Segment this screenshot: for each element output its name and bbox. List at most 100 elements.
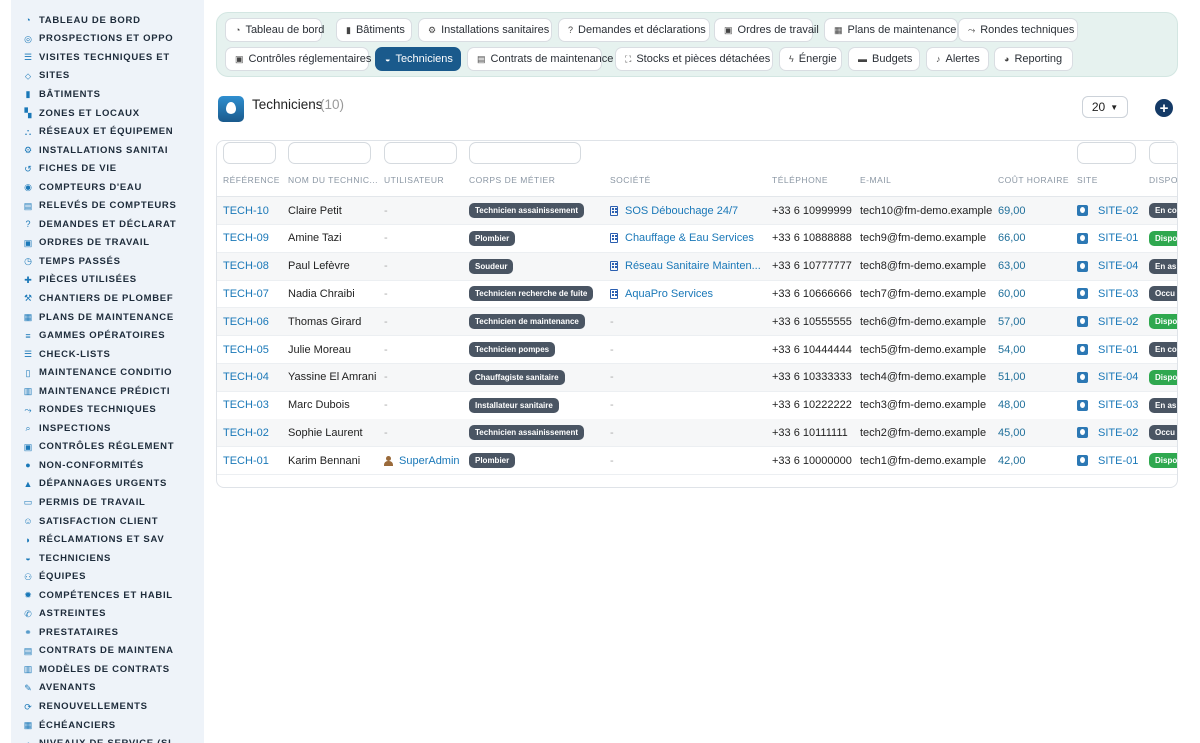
- sidebar-item-demandes-et-declarat[interactable]: ? DEMANDES ET DÉCLARAT: [11, 215, 204, 234]
- column-header[interactable]: NOM DU TECHNIC...: [288, 175, 378, 185]
- sidebar-item-maintenance-predicti[interactable]: ▥ MAINTENANCE PRÉDICTI: [11, 382, 204, 401]
- site-link[interactable]: SITE-01: [1077, 336, 1147, 363]
- tab-techniciens[interactable]: ◒ Techniciens: [375, 47, 461, 71]
- company-link[interactable]: Chauffage & Eau Services: [610, 225, 765, 252]
- sidebar-item-non-conformites[interactable]: ● NON-CONFORMITÉS: [11, 456, 204, 475]
- sidebar-item-avenants[interactable]: ✎ AVENANTS: [11, 679, 204, 698]
- tab-energie[interactable]: ϟ Énergie: [779, 47, 842, 71]
- sidebar-item-releves-de-compteurs[interactable]: ▤ RELEVÉS DE COMPTEURS: [11, 196, 204, 215]
- page-size-select[interactable]: 20 ▼: [1082, 96, 1128, 118]
- sidebar-item-techniciens[interactable]: ◒ TECHNICIENS: [11, 549, 204, 568]
- sidebar-item-zones-et-locaux[interactable]: ▚ ZONES ET LOCAUX: [11, 104, 204, 123]
- site-link[interactable]: SITE-02: [1077, 197, 1147, 224]
- sidebar-item-tableau-de-bord[interactable]: ◔ TABLEAU DE BORD: [11, 11, 204, 30]
- column-header[interactable]: E-MAIL: [860, 175, 995, 185]
- technician-reference-link[interactable]: TECH-07: [223, 280, 283, 307]
- tab-contrats-de-maintenance[interactable]: ▤ Contrats de maintenance: [467, 47, 613, 71]
- technician-reference-link[interactable]: TECH-06: [223, 308, 283, 335]
- column-header[interactable]: SITE: [1077, 175, 1147, 185]
- sidebar-item-plans-de-maintenance[interactable]: ▦ PLANS DE MAINTENANCE: [11, 308, 204, 327]
- tab-controles-reglementaires[interactable]: ▣ Contrôles réglementaires: [225, 47, 371, 71]
- column-header[interactable]: TÉLÉPHONE: [772, 175, 857, 185]
- table-row[interactable]: TECH-08 Paul Lefèvre - Soudeur Réseau Sanita…: [217, 252, 1177, 281]
- sidebar-item-pieces-utilisees[interactable]: ✚ PIÈCES UTILISÉES: [11, 271, 204, 290]
- technician-reference-link[interactable]: TECH-10: [223, 197, 283, 224]
- site-link[interactable]: SITE-02: [1077, 308, 1147, 335]
- table-row[interactable]: TECH-01 Karim Bennani SuperAdmin Plombier - +…: [217, 447, 1177, 476]
- column-header[interactable]: SOCIÉTÉ: [610, 175, 765, 185]
- add-technician-button[interactable]: +: [1155, 99, 1173, 117]
- sidebar-item-prestataires[interactable]: ⚭ PRESTATAIRES: [11, 623, 204, 642]
- company-link[interactable]: SOS Débouchage 24/7: [610, 197, 765, 224]
- sidebar-item-prospections-et-oppo[interactable]: ◎ PROSPECTIONS ET OPPO: [11, 30, 204, 49]
- sidebar-item-echeanciers[interactable]: ▦ ÉCHÉANCIERS: [11, 716, 204, 735]
- table-row[interactable]: TECH-02 Sophie Laurent - Technicien assaini…: [217, 419, 1177, 448]
- technician-reference-link[interactable]: TECH-01: [223, 447, 283, 474]
- tab-budgets[interactable]: ▬ Budgets: [848, 47, 920, 71]
- sidebar-item-batiments[interactable]: ▮ BÂTIMENTS: [11, 85, 204, 104]
- sidebar-item-modeles-de-contrats[interactable]: ▥ MODÈLES DE CONTRATS: [11, 660, 204, 679]
- column-header[interactable]: COÛT HORAIRE: [998, 175, 1073, 185]
- sidebar-item-renouvellements[interactable]: ⟳ RENOUVELLEMENTS: [11, 697, 204, 716]
- sidebar-item-astreintes[interactable]: ✆ ASTREINTES: [11, 605, 204, 624]
- site-link[interactable]: SITE-04: [1077, 364, 1147, 391]
- technician-reference-link[interactable]: TECH-09: [223, 225, 283, 252]
- sidebar-item-ordres-de-travail[interactable]: ▣ ORDRES DE TRAVAIL: [11, 234, 204, 253]
- site-link[interactable]: SITE-02: [1077, 419, 1147, 446]
- column-filter-input[interactable]: [1077, 142, 1136, 164]
- technician-reference-link[interactable]: TECH-02: [223, 419, 283, 446]
- column-filter-input[interactable]: [469, 142, 581, 164]
- table-row[interactable]: TECH-06 Thomas Girard - Technicien de maint…: [217, 308, 1177, 337]
- tab-reporting[interactable]: ◕ Reporting: [994, 47, 1073, 71]
- sidebar-item-depannages-urgents[interactable]: ▲ DÉPANNAGES URGENTS: [11, 475, 204, 494]
- sidebar-item-check-lists[interactable]: ☰ CHECK-LISTS: [11, 345, 204, 364]
- table-row[interactable]: TECH-04 Yassine El Amrani - Chauffagiste sa…: [217, 363, 1177, 392]
- sidebar-item-installations-sanitai[interactable]: ⚙ INSTALLATIONS SANITAI: [11, 141, 204, 160]
- tab-alertes[interactable]: ♪ Alertes: [926, 47, 989, 71]
- column-filter-input[interactable]: [1149, 142, 1177, 164]
- tab-tableau-de-bord[interactable]: ◔ Tableau de bord: [225, 18, 324, 42]
- technician-reference-link[interactable]: TECH-08: [223, 253, 283, 280]
- table-row[interactable]: TECH-10 Claire Petit - Technicien assainiss…: [217, 197, 1177, 225]
- tab-ordres-de-travail[interactable]: ▣ Ordres de travail: [714, 18, 819, 42]
- sidebar-item-contrats-de-maintena[interactable]: ▤ CONTRATS DE MAINTENA: [11, 642, 204, 661]
- tab-batiments[interactable]: ▮ Bâtiments: [336, 18, 412, 42]
- site-link[interactable]: SITE-04: [1077, 253, 1147, 280]
- company-link[interactable]: AquaPro Services: [610, 280, 765, 307]
- sidebar-item-rondes-techniques[interactable]: ⤳ RONDES TECHNIQUES: [11, 400, 204, 419]
- sidebar-item-controles-reglement[interactable]: ▣ CONTRÔLES RÉGLEMENT: [11, 438, 204, 457]
- table-row[interactable]: TECH-09 Amine Tazi - Plombier Chauffage & Ea…: [217, 225, 1177, 253]
- sidebar-item-chantiers-de-plombef[interactable]: ⚒ CHANTIERS DE PLOMBEF: [11, 289, 204, 308]
- sidebar-item-fiches-de-vie[interactable]: ↺ FICHES DE VIE: [11, 159, 204, 178]
- sidebar-item-reseaux-et-equipemen[interactable]: ⛬ RÉSEAUX ET ÉQUIPEMEN: [11, 122, 204, 141]
- company-link[interactable]: Réseau Sanitaire Mainten...: [610, 253, 765, 280]
- sidebar-item-visites-techniques-et[interactable]: ☰ VISITES TECHNIQUES ET: [11, 48, 204, 67]
- tab-stocks-et-pieces-detachees[interactable]: ⛶ Stocks et pièces détachées: [615, 47, 773, 71]
- sidebar-item-temps-passes[interactable]: ◷ TEMPS PASSÉS: [11, 252, 204, 271]
- table-row[interactable]: TECH-05 Julie Moreau - Technicien pompes - +3…: [217, 336, 1177, 364]
- column-filter-input[interactable]: [384, 142, 457, 164]
- site-link[interactable]: SITE-03: [1077, 280, 1147, 307]
- sidebar-item-competences-et-habil[interactable]: ✹ COMPÉTENCES ET HABIL: [11, 586, 204, 605]
- technician-reference-link[interactable]: TECH-03: [223, 392, 283, 419]
- column-header[interactable]: RÉFÉRENCE: [223, 175, 283, 185]
- column-header[interactable]: UTILISATEUR: [384, 175, 464, 185]
- tab-demandes-et-declarations[interactable]: ? Demandes et déclarations: [558, 18, 710, 42]
- sidebar-item-satisfaction-client[interactable]: ☺ SATISFACTION CLIENT: [11, 512, 204, 531]
- sidebar-item-reclamations-et-sav[interactable]: ◗ RÉCLAMATIONS ET SAV: [11, 530, 204, 549]
- sidebar-item-equipes[interactable]: ⚇ ÉQUIPES: [11, 567, 204, 586]
- column-filter-input[interactable]: [288, 142, 371, 164]
- user-link[interactable]: SuperAdmin: [384, 447, 464, 474]
- sidebar-item-gammes-operatoires[interactable]: ≡ GAMMES OPÉRATOIRES: [11, 326, 204, 345]
- sidebar-item-compteurs-d-eau[interactable]: ◉ COMPTEURS D'EAU: [11, 178, 204, 197]
- tab-plans-de-maintenance[interactable]: ▦ Plans de maintenance: [824, 18, 958, 42]
- column-header[interactable]: DISPO: [1149, 175, 1177, 185]
- table-row[interactable]: TECH-03 Marc Dubois - Installateur sanitair…: [217, 392, 1177, 420]
- technician-reference-link[interactable]: TECH-04: [223, 364, 283, 391]
- site-link[interactable]: SITE-01: [1077, 447, 1147, 474]
- column-filter-input[interactable]: [223, 142, 276, 164]
- column-header[interactable]: CORPS DE MÉTIER: [469, 175, 604, 185]
- site-link[interactable]: SITE-01: [1077, 225, 1147, 252]
- sidebar-item-inspections[interactable]: ⌕ INSPECTIONS: [11, 419, 204, 438]
- tab-rondes-techniques[interactable]: ⤳ Rondes techniques: [958, 18, 1078, 42]
